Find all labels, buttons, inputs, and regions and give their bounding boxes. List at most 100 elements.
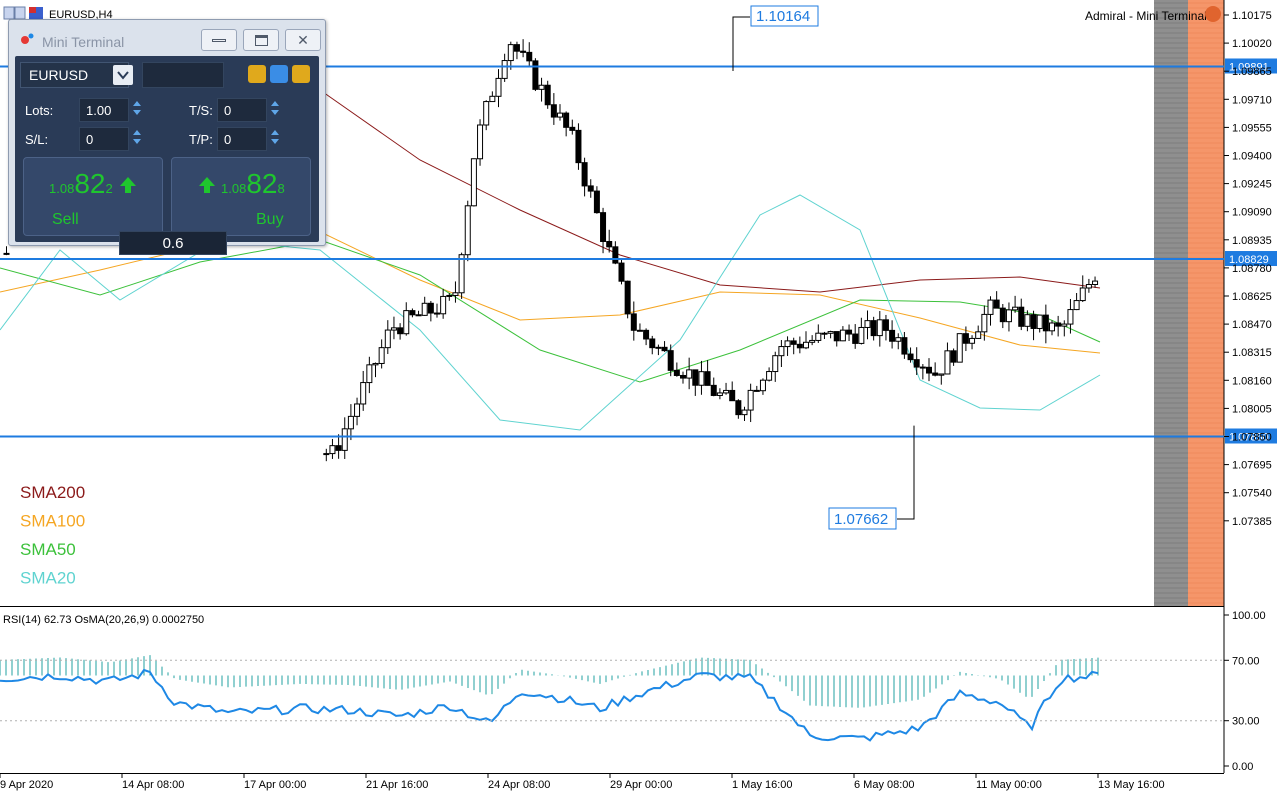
minimize-button[interactable] [201, 29, 237, 51]
candle [612, 246, 619, 264]
tp-input[interactable]: 0 [217, 127, 267, 151]
candle [397, 327, 404, 335]
candle [1042, 314, 1049, 332]
candle [520, 50, 527, 53]
candle [969, 337, 976, 344]
candle [753, 389, 760, 392]
candle [1036, 314, 1043, 329]
candle [926, 366, 932, 374]
candle [698, 371, 705, 386]
candle [630, 313, 637, 331]
price-tick-label: 1.10175 [1232, 10, 1272, 22]
ma-legend-item: SMA20 [20, 569, 76, 588]
mini-terminal-titlebar[interactable]: Mini Terminal ✕ [9, 20, 325, 54]
maximize-button[interactable] [243, 29, 279, 51]
sl-stepper[interactable] [131, 127, 143, 151]
mini-terminal-window[interactable]: Mini Terminal ✕ EURUSD Lots: 1.00 T/S: 0… [8, 19, 326, 255]
candle [919, 366, 926, 369]
price-tick-label: 1.09555 [1232, 122, 1272, 134]
lots-stepper[interactable] [131, 98, 143, 122]
symbol-dropdown-button[interactable] [113, 65, 133, 85]
price-tick-label: 1.08160 [1232, 375, 1272, 387]
candle [846, 329, 853, 335]
gear-icon[interactable] [270, 65, 288, 83]
time-tick-label: 17 Apr 00:00 [244, 779, 306, 791]
candle [729, 389, 736, 402]
symbol-info-field [142, 62, 224, 88]
candle [624, 280, 631, 315]
time-tick-label: 9 Apr 2020 [0, 779, 53, 791]
candle [667, 350, 674, 371]
ts-stepper[interactable] [269, 98, 281, 122]
candle [563, 112, 570, 128]
buy-label: Buy [256, 211, 284, 228]
candle [329, 445, 336, 455]
time-tick-label: 24 Apr 08:00 [488, 779, 550, 791]
zone-stripes [1154, 2, 1224, 604]
time-tick-label: 1 May 16:00 [732, 779, 793, 791]
candle [636, 329, 643, 332]
candle [643, 329, 650, 340]
candle [870, 320, 877, 337]
candle [384, 329, 391, 349]
candle [464, 205, 471, 256]
time-axis: 9 Apr 2020 14 Apr 08:00 17 Apr 00:00 21 Apr… [0, 773, 1165, 791]
mini-terminal-body: EURUSD Lots: 1.00 T/S: 0 S/L: 0 T/P: 0 1… [15, 56, 319, 255]
candle [360, 382, 367, 405]
tp-label: T/P: [189, 132, 213, 147]
chart-icon [14, 6, 26, 20]
sl-input[interactable]: 0 [79, 127, 129, 151]
ts-input[interactable]: 0 [217, 98, 267, 122]
candle [649, 338, 656, 349]
indicator-tick-label: 0.00 [1232, 761, 1253, 773]
candle [1085, 284, 1092, 289]
time-tick-label: 14 Apr 08:00 [122, 779, 184, 791]
tp-stepper[interactable] [269, 127, 281, 151]
candle [569, 126, 576, 131]
candle [778, 346, 785, 357]
candle [495, 77, 502, 97]
sell-button[interactable]: 1.08822 Sell [23, 157, 163, 236]
candle [409, 310, 416, 316]
candle [741, 409, 748, 416]
price-tick-label: 1.08625 [1232, 291, 1272, 303]
broker-logo-icon [1205, 6, 1221, 22]
candle [975, 331, 982, 339]
high-annotation-label: 1.10164 [756, 8, 810, 25]
candle [587, 185, 594, 192]
price-tick-label: 1.10020 [1232, 38, 1272, 50]
price-tick-label: 1.08470 [1232, 319, 1272, 331]
buy-button[interactable]: 1.08828 Buy [171, 157, 311, 236]
candle [347, 415, 354, 430]
candle [415, 314, 422, 317]
candle [993, 299, 1000, 309]
candle [1092, 280, 1099, 286]
symbol-value: EURUSD [29, 67, 89, 83]
candle [372, 362, 379, 366]
candle [710, 384, 717, 396]
chart-icon [3, 6, 15, 20]
candle [809, 339, 816, 343]
copy-icon[interactable] [248, 65, 266, 83]
candle [1030, 314, 1037, 329]
candle [501, 60, 508, 79]
candle [526, 51, 533, 62]
expand-icon[interactable] [292, 65, 310, 83]
candle [882, 319, 889, 331]
lots-input[interactable]: 1.00 [79, 98, 129, 122]
volume-input[interactable]: 0.6 [119, 231, 227, 255]
candle [889, 329, 896, 342]
candle [673, 369, 680, 376]
buy-price: 1.08828 [221, 168, 285, 199]
candle [470, 158, 477, 207]
time-tick-label: 11 May 00:00 [976, 779, 1042, 791]
candle [593, 190, 600, 214]
candle [839, 329, 846, 342]
candle [1055, 322, 1062, 327]
close-button[interactable]: ✕ [285, 29, 321, 51]
candle [335, 445, 342, 451]
candle [618, 262, 625, 282]
price-tick-label: 1.07850 [1232, 432, 1272, 444]
candle [661, 346, 668, 352]
candle [759, 379, 766, 392]
